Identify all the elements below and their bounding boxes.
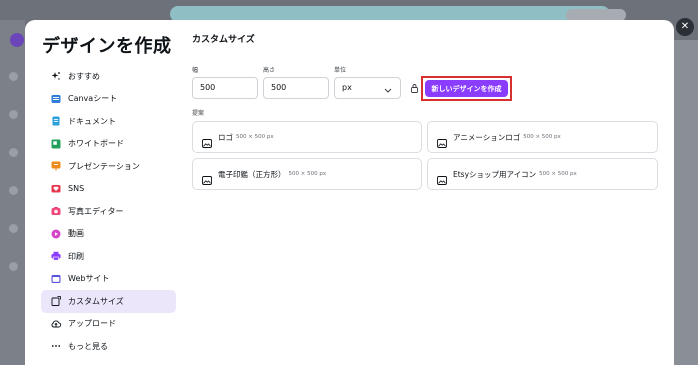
suggestion-card[interactable]: アニメーションロゴ 500 × 500 px — [427, 121, 658, 153]
suggestion-size: 500 × 500 px — [539, 171, 577, 177]
background-sidebar-dot — [9, 224, 18, 233]
nav-item-video[interactable]: 動画 — [41, 223, 176, 246]
create-new-design-button[interactable]: 新しいデザインを作成 — [421, 76, 512, 101]
nav-item-whiteboard[interactable]: ホワイトボード — [41, 133, 176, 156]
unit-select[interactable]: px — [334, 77, 401, 99]
create-design-modal: デザインを作成 おすすめ Canvaシート ドキュメント ホワイトボード プレゼ… — [25, 20, 674, 365]
suggestion-size: 500 × 500 px — [523, 134, 561, 140]
nav-item-document[interactable]: ドキュメント — [41, 110, 176, 133]
nav-item-recommended[interactable]: おすすめ — [41, 65, 176, 88]
nav-item-website[interactable]: Webサイト — [41, 268, 176, 291]
unit-label: 単位 — [334, 67, 347, 74]
nav-item-more[interactable]: もっと見る — [41, 335, 176, 358]
suggestion-name: 電子印鑑（正方形） — [218, 169, 286, 179]
height-input[interactable]: 500 — [263, 77, 329, 99]
nav-item-label: 印刷 — [68, 251, 84, 261]
background-sidebar-dot — [9, 148, 18, 157]
whiteboard-icon — [51, 139, 61, 149]
nav-item-label: 動画 — [68, 229, 84, 239]
lock-icon[interactable] — [410, 83, 419, 93]
width-input[interactable]: 500 — [192, 77, 258, 99]
document-icon — [51, 116, 61, 126]
printer-icon — [51, 251, 61, 261]
suggestion-name: アニメーションロゴ — [453, 132, 521, 142]
background-sidebar-dot — [9, 110, 18, 119]
presentation-icon — [51, 161, 61, 171]
nav-item-print[interactable]: 印刷 — [41, 245, 176, 268]
image-icon — [202, 170, 212, 185]
suggestion-size: 500 × 500 px — [236, 134, 274, 140]
nav-item-label: アップロード — [68, 319, 116, 329]
chevron-down-icon — [384, 82, 392, 102]
sheet-icon — [51, 94, 61, 104]
nav-item-upload[interactable]: アップロード — [41, 313, 176, 336]
height-label: 高さ — [263, 67, 276, 74]
unit-value: px — [342, 83, 352, 92]
background-sidebar-dot — [9, 262, 18, 271]
nav-item-label: SNS — [68, 184, 85, 194]
nav-item-canva-sheets[interactable]: Canvaシート — [41, 88, 176, 111]
modal-title: デザインを作成 — [42, 36, 172, 57]
camera-icon — [51, 206, 61, 216]
background-sidebar-dot — [9, 72, 18, 81]
nav-item-custom-size[interactable]: カスタムサイズ — [41, 290, 176, 313]
create-new-design-label: 新しいデザインを作成 — [425, 80, 508, 97]
nav-item-presentation[interactable]: プレゼンテーション — [41, 155, 176, 178]
background-avatar — [10, 33, 24, 47]
website-icon — [51, 274, 61, 284]
image-icon — [202, 133, 212, 148]
nav-item-label: 写真エディター — [68, 206, 124, 216]
custom-size-panel: カスタムサイズ 幅 500 高さ 500 単位 px 新しいデザインを作成 提案… — [192, 20, 662, 365]
suggestions-label: 提案 — [192, 110, 205, 117]
nav-item-label: プレゼンテーション — [68, 161, 140, 171]
background-logo — [57, 4, 89, 18]
nav-item-label: もっと見る — [68, 341, 108, 351]
nav-item-label: おすすめ — [68, 71, 100, 81]
video-icon — [51, 229, 61, 239]
nav-item-label: Canvaシート — [68, 94, 118, 104]
nav-item-label: カスタムサイズ — [68, 296, 124, 306]
suggestion-card[interactable]: ロゴ 500 × 500 px — [192, 121, 422, 153]
custom-size-icon — [51, 296, 61, 307]
suggestion-size: 500 × 500 px — [288, 171, 327, 177]
nav-item-label: Webサイト — [68, 274, 110, 284]
width-label: 幅 — [192, 67, 199, 74]
suggestion-name: Etsyショップ用アイコン — [453, 169, 537, 179]
heart-icon — [51, 184, 61, 194]
panel-title: カスタムサイズ — [192, 35, 255, 45]
nav-item-label: ホワイトボード — [68, 139, 124, 149]
close-icon[interactable]: ✕ — [676, 18, 694, 36]
nav-item-photo-editor[interactable]: 写真エディター — [41, 200, 176, 223]
nav-item-sns[interactable]: SNS — [41, 178, 176, 201]
nav-item-label: ドキュメント — [68, 116, 116, 126]
image-icon — [437, 133, 447, 148]
suggestion-card[interactable]: 電子印鑑（正方形） 500 × 500 px — [192, 158, 422, 190]
background-sidebar-dot — [9, 186, 18, 195]
category-nav: おすすめ Canvaシート ドキュメント ホワイトボード プレゼンテーション S… — [41, 65, 176, 358]
cloud-upload-icon — [51, 319, 61, 329]
suggestion-name: ロゴ — [218, 132, 233, 142]
more-icon — [51, 341, 61, 351]
sparkle-icon — [51, 71, 61, 81]
background-sidebar — [0, 20, 25, 365]
suggestion-card[interactable]: Etsyショップ用アイコン 500 × 500 px — [427, 158, 658, 190]
image-icon — [437, 170, 447, 185]
